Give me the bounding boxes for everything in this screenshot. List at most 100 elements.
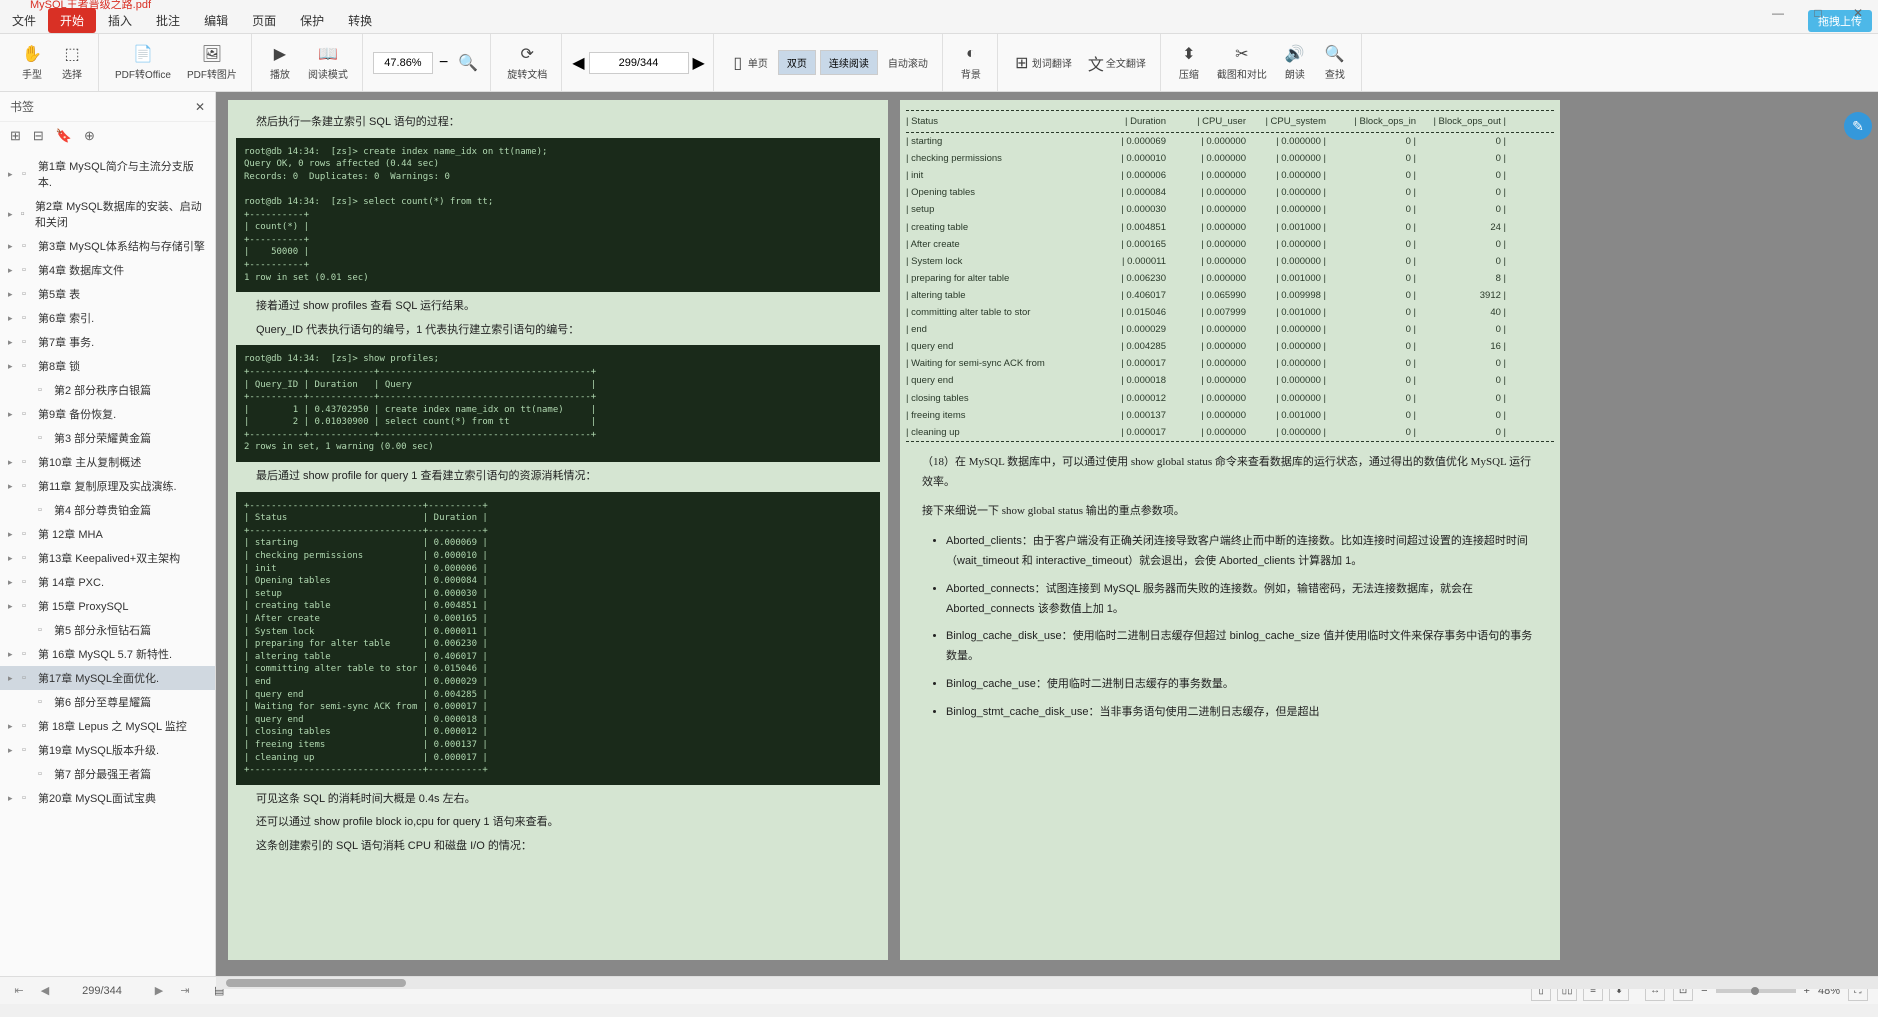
bookmark-item[interactable]: ▸▫第7章 事务. — [0, 330, 215, 354]
zoom-out-icon[interactable]: − — [435, 54, 452, 72]
paragraph: 接下来细说一下 show global status 输出的重点参数项。 — [922, 502, 1538, 522]
bookmark-item[interactable]: ▸▫第1章 MySQL简介与主流分支版本. — [0, 154, 215, 194]
bookmark-item[interactable]: ▸▫第5章 表 — [0, 282, 215, 306]
auto-scroll[interactable]: 自动滚动 — [882, 51, 934, 74]
bookmark-label: 第7章 事务. — [38, 334, 94, 350]
terminal-block: root@db 14:34: [zs]> create index name_i… — [236, 138, 880, 293]
paragraph: 最后通过 show profile for query 1 查看建立索引语句的资… — [256, 468, 860, 486]
bookmark-icon: ▫ — [38, 384, 50, 396]
menu-convert[interactable]: 转换 — [336, 8, 384, 33]
bookmark-item[interactable]: ▸▫第13章 Keepalived+双主架构 — [0, 546, 215, 570]
chevron-icon: ▸ — [8, 313, 18, 324]
full-translate[interactable]: 文全文翻译 — [1082, 51, 1152, 75]
table-row: | Opening tables| 0.000084| 0.000000| 0.… — [906, 184, 1554, 201]
expand-all-icon[interactable]: ⊞ — [10, 128, 21, 144]
bookmark-item[interactable]: ▸▫第4章 数据库文件 — [0, 258, 215, 282]
bookmark-label: 第 15章 ProxySQL — [38, 598, 128, 614]
bookmark-item[interactable]: ▸▫第6章 索引. — [0, 306, 215, 330]
paragraph: 还可以通过 show profile block io,cpu for quer… — [256, 814, 860, 832]
bookmark-icon: ▫ — [38, 696, 50, 708]
bookmark-item[interactable]: ▸▫第20章 MySQL面试宝典 — [0, 786, 215, 810]
bookmark-label: 第 16章 MySQL 5.7 新特性. — [38, 646, 172, 662]
bookmark-item[interactable]: ▸▫第9章 备份恢复. — [0, 402, 215, 426]
chevron-icon: ▸ — [8, 457, 18, 468]
menu-file[interactable]: 文件 — [0, 8, 48, 33]
menu-edit[interactable]: 编辑 — [192, 8, 240, 33]
maximize-button[interactable]: □ — [1798, 0, 1838, 26]
rotate-button[interactable]: ⟳旋转文档 — [501, 40, 553, 85]
bookmark-item[interactable]: ▸▫第11章 复制原理及实战演练. — [0, 474, 215, 498]
zoom-slider[interactable] — [1716, 989, 1796, 993]
bookmark-item[interactable]: ▸▫第2章 MySQL数据库的安装、启动和关闭 — [0, 194, 215, 234]
float-action-button[interactable]: ✎ — [1844, 112, 1872, 140]
list-item: Aborted_connects：试图连接到 MySQL 服务器而失败的连接数。… — [946, 580, 1534, 620]
bookmark-item[interactable]: ▸▫第 16章 MySQL 5.7 新特性. — [0, 642, 215, 666]
bookmark-item[interactable]: ▫第7 部分最强王者篇 — [0, 762, 215, 786]
bookmark-item[interactable]: ▸▫第19章 MySQL版本升级. — [0, 738, 215, 762]
pdf-to-image[interactable]: 🖼PDF转图片 — [181, 40, 243, 85]
bookmark-item[interactable]: ▫第5 部分永恒钻石篇 — [0, 618, 215, 642]
bookmark-item[interactable]: ▸▫第8章 锁 — [0, 354, 215, 378]
bookmark-label: 第11章 复制原理及实战演练. — [38, 478, 177, 494]
search-icon: 🔍 — [1325, 44, 1345, 64]
bookmark-item[interactable]: ▸▫第 15章 ProxySQL — [0, 594, 215, 618]
cursor-icon: ⬚ — [62, 44, 82, 64]
bookmark-item[interactable]: ▸▫第10章 主从复制概述 — [0, 450, 215, 474]
bookmark-item[interactable]: ▸▫第3章 MySQL体系结构与存储引擎 — [0, 234, 215, 258]
bookmark-item[interactable]: ▫第6 部分至尊星耀篇 — [0, 690, 215, 714]
collapse-all-icon[interactable]: ⊟ — [33, 128, 44, 144]
zoom-input[interactable] — [373, 52, 433, 74]
single-page[interactable]: ▯单页 — [724, 51, 774, 75]
menu-annotate[interactable]: 批注 — [144, 8, 192, 33]
prev-page[interactable]: ◀ — [572, 53, 584, 73]
pdf-to-office[interactable]: 📄PDF转Office — [109, 40, 177, 85]
chevron-icon: ▸ — [8, 553, 18, 564]
page-input[interactable] — [589, 52, 689, 74]
paragraph: 然后执行一条建立索引 SQL 语句的过程： — [256, 114, 860, 132]
bookmark-icon: ▫ — [22, 600, 34, 612]
document-area[interactable]: 然后执行一条建立索引 SQL 语句的过程： root@db 14:34: [zs… — [216, 92, 1878, 976]
first-page-button[interactable]: ⇤ — [10, 984, 28, 997]
read-aloud-button[interactable]: 🔊朗读 — [1277, 40, 1313, 85]
bookmark-item[interactable]: ▫第2 部分秩序白银篇 — [0, 378, 215, 402]
dict-translate[interactable]: ⊞划词翻译 — [1008, 51, 1078, 75]
terminal-block: +--------------------------------+------… — [236, 492, 880, 785]
minimize-button[interactable]: — — [1758, 0, 1798, 26]
table-row: | end| 0.000029| 0.000000| 0.000000 |0 |… — [906, 321, 1554, 338]
bookmark-item[interactable]: ▸▫第17章 MySQL全面优化. — [0, 666, 215, 690]
bookmark-item[interactable]: ▸▫第 14章 PXC. — [0, 570, 215, 594]
play-button[interactable]: ▶播放 — [262, 40, 298, 85]
bookmark-item[interactable]: ▸▫第 18章 Lepus 之 MySQL 监控 — [0, 714, 215, 738]
bookmark-item[interactable]: ▫第3 部分荣耀黄金篇 — [0, 426, 215, 450]
next-page-button[interactable]: ▶ — [150, 984, 168, 997]
bookmark-item[interactable]: ▸▫第 12章 MHA — [0, 522, 215, 546]
horizontal-scrollbar[interactable] — [216, 977, 1878, 989]
read-mode[interactable]: 📖阅读模式 — [302, 40, 354, 85]
background-button[interactable]: ◐背景 — [953, 40, 989, 85]
prev-page-button[interactable]: ◀ — [36, 984, 54, 997]
bookmark-icon[interactable]: 🔖 — [56, 128, 72, 144]
next-page[interactable]: ▶ — [693, 53, 705, 73]
hand-tool[interactable]: ✋手型 — [14, 40, 50, 85]
table-row: | cleaning up| 0.000017| 0.000000| 0.000… — [906, 424, 1554, 441]
menu-insert[interactable]: 插入 — [96, 8, 144, 33]
menu-protect[interactable]: 保护 — [288, 8, 336, 33]
compress-button[interactable]: ⬍压缩 — [1171, 40, 1207, 85]
last-page-button[interactable]: ⇥ — [176, 984, 194, 997]
screenshot-button[interactable]: ✂截图和对比 — [1211, 40, 1273, 85]
continuous-read[interactable]: 连续阅读 — [820, 50, 878, 75]
bookmark-list[interactable]: ▸▫第1章 MySQL简介与主流分支版本.▸▫第2章 MySQL数据库的安装、启… — [0, 150, 215, 976]
table-row: | init| 0.000006| 0.000000| 0.000000 |0 … — [906, 167, 1554, 184]
find-button[interactable]: 🔍查找 — [1317, 40, 1353, 85]
bookmark-item[interactable]: ▫第4 部分尊贵铂金篇 — [0, 498, 215, 522]
close-button[interactable]: ✕ — [1838, 0, 1878, 26]
bookmark-add-icon[interactable]: ⊕ — [84, 128, 95, 144]
zoom-in-icon[interactable]: 🔍 — [454, 53, 482, 73]
sidebar-close-icon[interactable]: ✕ — [195, 100, 205, 114]
menu-start[interactable]: 开始 — [48, 8, 96, 33]
paragraph: 这条创建索引的 SQL 语句消耗 CPU 和磁盘 I/O 的情况： — [256, 838, 860, 856]
menu-page[interactable]: 页面 — [240, 8, 288, 33]
select-tool[interactable]: ⬚选择 — [54, 40, 90, 85]
paragraph: 可见这条 SQL 的消耗时间大概是 0.4s 左右。 — [256, 791, 860, 809]
double-page[interactable]: 双页 — [778, 50, 816, 75]
